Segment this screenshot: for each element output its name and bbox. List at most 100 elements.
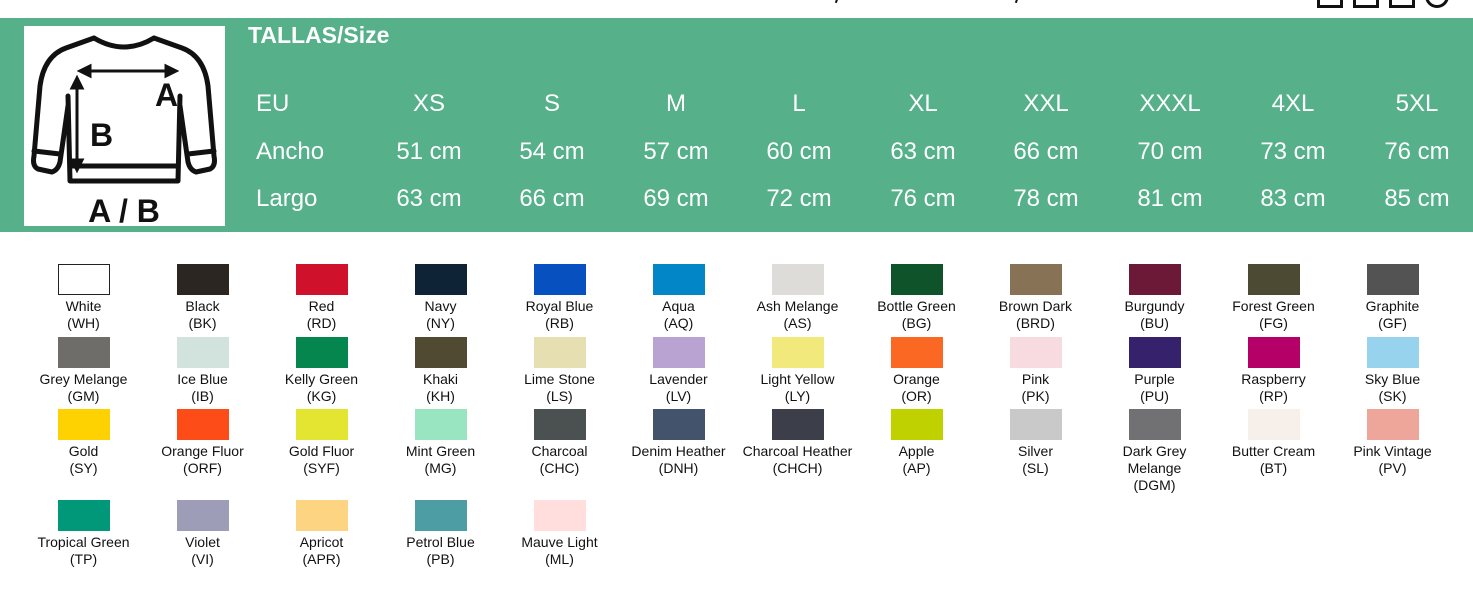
color-chip bbox=[1009, 337, 1062, 368]
color-name: Butter Cream bbox=[1231, 443, 1316, 459]
color-name: Pink bbox=[1021, 371, 1050, 387]
color-code: (IB) bbox=[191, 388, 214, 404]
color-code: (FG) bbox=[1259, 315, 1288, 331]
size-cell: XXXL bbox=[1139, 90, 1201, 117]
color-name: Light Yellow bbox=[760, 371, 835, 387]
garment-measure-diagram: A B A / B bbox=[24, 26, 225, 226]
color-code: (OR) bbox=[901, 388, 932, 404]
color-chip bbox=[1247, 264, 1300, 295]
color-swatch: Graphite (GF) bbox=[1333, 264, 1452, 332]
size-chart-title: TALLAS/Size bbox=[248, 22, 390, 48]
size-cell: 81 cm bbox=[1137, 185, 1203, 212]
color-name: Grey Melange bbox=[39, 371, 128, 387]
color-code: (SY) bbox=[69, 460, 98, 476]
color-code: (BU) bbox=[1140, 315, 1169, 331]
color-code: (TP) bbox=[69, 551, 98, 567]
color-swatch: Burgundy (BU) bbox=[1095, 264, 1214, 332]
color-name: Graphite bbox=[1365, 298, 1420, 314]
color-name: Dark Grey Melange bbox=[1122, 443, 1187, 476]
color-chip bbox=[1009, 264, 1062, 295]
color-swatch: Lime Stone (LS) bbox=[500, 337, 619, 405]
color-swatch: Apple (AP) bbox=[857, 409, 976, 477]
color-swatch: Purple (PU) bbox=[1095, 337, 1214, 405]
color-name: Lime Stone bbox=[524, 371, 595, 387]
color-chip bbox=[771, 264, 824, 295]
color-code: (BK) bbox=[188, 315, 217, 331]
color-name: Raspberry bbox=[1241, 371, 1306, 387]
color-chip bbox=[1247, 337, 1300, 368]
color-swatch: Sky Blue (SK) bbox=[1333, 337, 1452, 405]
color-swatch: Gold (SY) bbox=[24, 409, 143, 477]
size-cell: 76 cm bbox=[890, 185, 956, 212]
care-icon bbox=[1389, 0, 1415, 8]
size-cell: 63 cm bbox=[396, 185, 462, 212]
color-name: Pink Vintage bbox=[1353, 443, 1432, 459]
color-name: Ash Melange bbox=[756, 298, 839, 314]
color-name: Black bbox=[185, 298, 220, 314]
color-chip bbox=[414, 409, 467, 440]
color-name: Forest Green bbox=[1232, 298, 1315, 314]
care-icon bbox=[1425, 0, 1449, 8]
color-code: (LV) bbox=[665, 388, 692, 404]
care-icon bbox=[1353, 0, 1379, 8]
color-chip bbox=[533, 409, 586, 440]
color-chip bbox=[1128, 264, 1181, 295]
color-chip bbox=[890, 264, 943, 295]
color-chip bbox=[1366, 337, 1419, 368]
color-name: Tropical Green bbox=[37, 534, 130, 550]
size-cell: XS bbox=[412, 90, 445, 117]
color-code: (AS) bbox=[783, 315, 812, 331]
color-chip bbox=[176, 264, 229, 295]
color-code: (ML) bbox=[545, 551, 574, 567]
color-swatch: Charcoal Heather (CHCH) bbox=[738, 409, 857, 477]
size-cell: 54 cm bbox=[519, 138, 585, 165]
top-page-fragment bbox=[0, 0, 1473, 18]
color-chip bbox=[414, 264, 467, 295]
color-name: Lavender bbox=[649, 371, 708, 387]
color-code: (BT) bbox=[1259, 460, 1288, 476]
size-cell: 78 cm bbox=[1013, 185, 1079, 212]
color-swatch: Grey Melange (GM) bbox=[24, 337, 143, 405]
color-chip bbox=[295, 264, 348, 295]
color-code: (NY) bbox=[426, 315, 455, 331]
color-code: (LY) bbox=[784, 388, 811, 404]
color-code: (APR) bbox=[302, 551, 341, 567]
color-name: Gold Fluor bbox=[288, 443, 355, 459]
color-name: Ice Blue bbox=[177, 371, 228, 387]
color-chip bbox=[176, 500, 229, 531]
color-code: (PU) bbox=[1140, 388, 1169, 404]
color-chip bbox=[295, 500, 348, 531]
color-code: (BRD) bbox=[1016, 315, 1055, 331]
top-cropped-mark bbox=[829, 0, 839, 4]
color-swatch: Pink (PK) bbox=[976, 337, 1095, 405]
size-cell: 57 cm bbox=[643, 138, 709, 165]
color-swatch: Orange Fluor (ORF) bbox=[143, 409, 262, 477]
color-name: Apple bbox=[898, 443, 935, 459]
color-name: Apricot bbox=[299, 534, 344, 550]
color-swatch: Ash Melange (AS) bbox=[738, 264, 857, 332]
color-swatch: Butter Cream (BT) bbox=[1214, 409, 1333, 477]
color-chip bbox=[533, 337, 586, 368]
size-cell: XXL bbox=[1023, 90, 1069, 117]
color-chip bbox=[295, 337, 348, 368]
color-name: Bottle Green bbox=[877, 298, 956, 314]
color-swatch: Aqua (AQ) bbox=[619, 264, 738, 332]
size-cell: 69 cm bbox=[643, 185, 709, 212]
size-cell: M bbox=[666, 90, 686, 117]
size-cell: 5XL bbox=[1395, 90, 1439, 117]
color-swatch: Silver (SL) bbox=[976, 409, 1095, 477]
measure-a-label: A bbox=[155, 77, 178, 113]
color-chip bbox=[1247, 409, 1300, 440]
color-swatch: Raspberry (RP) bbox=[1214, 337, 1333, 405]
size-row-label: EU bbox=[256, 90, 290, 117]
color-name: Charcoal Heather bbox=[742, 443, 853, 459]
care-icon bbox=[1317, 0, 1343, 8]
color-code: (LS) bbox=[546, 388, 573, 404]
color-name: Aqua bbox=[662, 298, 695, 314]
color-chip bbox=[176, 409, 229, 440]
color-code: (RB) bbox=[545, 315, 574, 331]
color-swatch: Dark Grey Melange (DGM) bbox=[1095, 409, 1214, 494]
color-code: (RD) bbox=[306, 315, 337, 331]
color-chip bbox=[652, 337, 705, 368]
size-cell: 70 cm bbox=[1137, 138, 1203, 165]
